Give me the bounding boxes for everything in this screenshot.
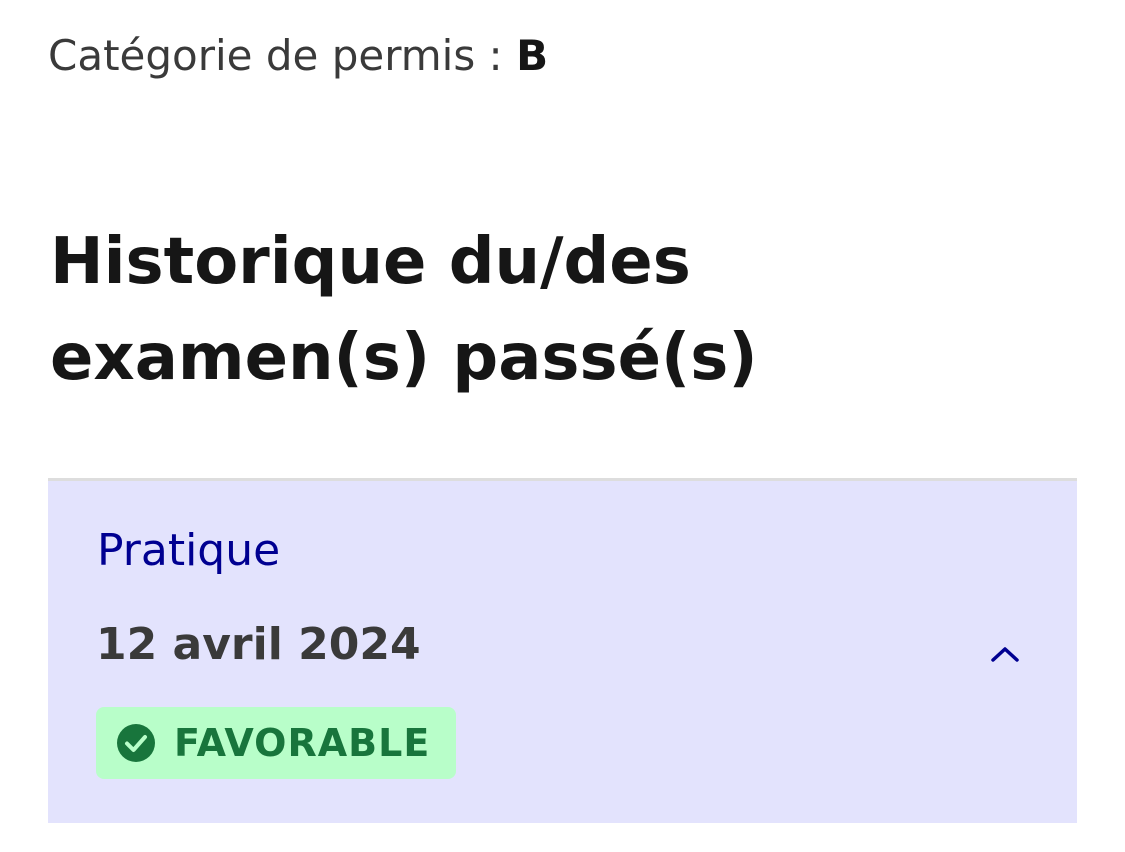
exam-accordion[interactable]: Pratique 12 avril 2024 FAVORABLE <box>48 478 1077 823</box>
license-category-value: B <box>516 31 549 80</box>
check-circle-icon <box>116 723 156 763</box>
result-badge: FAVORABLE <box>96 707 457 779</box>
page-title: Historique du/des examen(s) passé(s) <box>50 225 758 395</box>
accordion-toggle-button[interactable] <box>984 633 1026 675</box>
license-category-label: Catégorie de permis : <box>48 31 503 80</box>
result-label: FAVORABLE <box>174 721 431 765</box>
chevron-up-icon <box>991 647 1019 662</box>
exam-type: Pratique <box>97 525 281 576</box>
license-category: Catégorie de permis : B <box>48 28 548 84</box>
exam-date: 12 avril 2024 <box>96 619 421 670</box>
